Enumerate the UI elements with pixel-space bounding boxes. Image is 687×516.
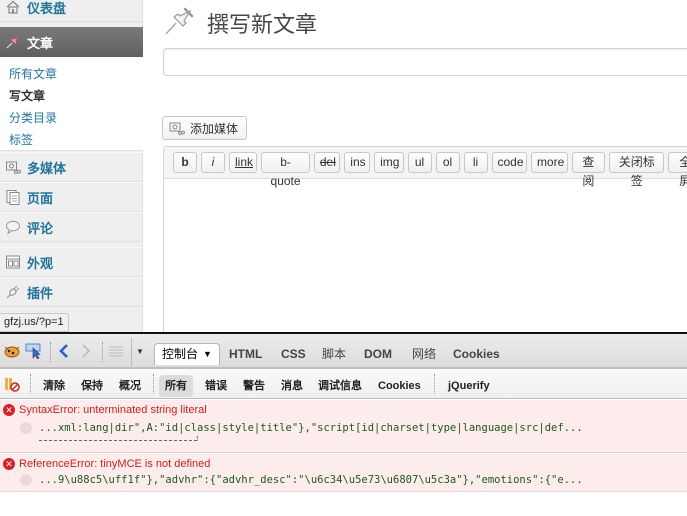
error-position-underline (39, 440, 197, 441)
qt-link-button[interactable]: link (229, 152, 258, 173)
qt-close-tags-button[interactable]: 关闭标签 (609, 152, 665, 188)
sidebar-item-pages[interactable]: 页面 (0, 182, 143, 212)
tab-console-label: 控制台 (162, 347, 199, 361)
sidebar-item-comments[interactable]: 评论 (0, 212, 143, 242)
qt-lookup-button[interactable]: 查阅 (571, 152, 606, 188)
qt-ul-button[interactable]: ul (407, 152, 432, 173)
error-icon: ✕ (3, 404, 15, 416)
home-icon (5, 0, 21, 15)
tab-console[interactable]: 控制台 ▼ (154, 343, 220, 365)
sidebar-item-appearance[interactable]: 外观 (0, 247, 143, 277)
editor-textarea[interactable] (164, 179, 687, 331)
submenu-new-post[interactable]: 写文章 (0, 85, 143, 107)
media-icon (169, 121, 185, 135)
persist-button[interactable]: 保持 (81, 375, 103, 397)
status-url-tooltip: gfzj.us/?p=1 (0, 313, 69, 332)
qt-del-button[interactable]: del (313, 152, 341, 173)
disable-console-icon[interactable] (4, 376, 20, 392)
qt-italic-button[interactable]: i (201, 152, 225, 173)
sidebar-item-posts[interactable]: 文章 (0, 27, 152, 57)
forward-icon[interactable] (80, 343, 92, 359)
tab-html[interactable]: HTML (229, 343, 262, 365)
submenu-categories[interactable]: 分类目录 (0, 107, 143, 129)
sidebar-item-plugins[interactable]: 插件 (0, 277, 143, 307)
console-error-row[interactable]: ✕ ReferenceError: tinyMCE is not defined… (0, 454, 687, 492)
back-icon[interactable] (58, 343, 70, 359)
filter-debug[interactable]: 调试信息 (318, 375, 362, 397)
media-icon (5, 159, 21, 175)
menu-dropdown-icon[interactable]: ▼ (136, 347, 144, 356)
page-title: 撰写新文章 (207, 11, 318, 37)
error-source: ...xml:lang|dir",A:"id|class|style|title… (39, 422, 583, 434)
add-media-label: 添加媒体 (190, 121, 239, 136)
chevron-down-icon: ▼ (203, 349, 212, 359)
inspect-element-icon[interactable] (25, 343, 43, 359)
sidebar-item-media[interactable]: 多媒体 (0, 152, 143, 182)
list-icon[interactable] (108, 345, 124, 357)
qt-blockquote-button[interactable]: b-quote (261, 152, 310, 188)
firebug-bug-icon[interactable] (2, 343, 22, 359)
sidebar-item-label: 插件 (27, 285, 54, 301)
sidebar-item-label: 评论 (27, 220, 54, 236)
clear-button[interactable]: 清除 (43, 375, 65, 397)
qt-bold-button[interactable]: b (173, 152, 197, 173)
sidebar-item-dashboard[interactable]: 仪表盘 (0, 0, 143, 22)
posts-submenu: 所有文章 写文章 分类目录 标签 (0, 57, 143, 151)
breakpoint-toggle[interactable] (20, 422, 32, 434)
tab-network[interactable]: 网络 (412, 343, 436, 365)
error-position-caret-icon: ↑ (195, 433, 200, 443)
qt-img-button[interactable]: img (374, 152, 404, 173)
appearance-icon (5, 254, 21, 270)
filter-cookies[interactable]: Cookies (378, 375, 421, 397)
qt-li-button[interactable]: li (463, 152, 488, 173)
admin-sidebar: 仪表盘 文章 所有文章 写文章 分类目录 标签 多媒体 页面 评论 外观 插件 … (0, 0, 152, 332)
add-media-button[interactable]: 添加媒体 (162, 116, 248, 140)
tab-jquerify[interactable]: jQuerify (448, 375, 490, 397)
post-title-input[interactable] (163, 48, 687, 76)
tab-dom[interactable]: DOM (364, 343, 392, 365)
screen: 仪表盘 文章 所有文章 写文章 分类目录 标签 多媒体 页面 评论 外观 插件 … (0, 0, 687, 516)
error-icon: ✕ (3, 458, 15, 470)
pushpin-icon (163, 3, 197, 42)
profile-button[interactable]: 概况 (119, 375, 141, 397)
filter-warnings[interactable]: 警告 (243, 375, 265, 397)
firebug-main-toolbar: ▼ 控制台 ▼ HTML CSS 脚本 DOM 网络 Cookies (0, 334, 687, 369)
submenu-tags[interactable]: 标签 (0, 129, 143, 151)
plugin-icon (5, 284, 21, 300)
filter-errors[interactable]: 错误 (205, 375, 227, 397)
sidebar-item-label: 文章 (27, 35, 54, 51)
breakpoint-toggle[interactable] (20, 474, 32, 486)
main-content: 撰写新文章 添加媒体 b i link b-quote del ins img … (143, 0, 687, 332)
qt-ol-button[interactable]: ol (435, 152, 460, 173)
error-message: SyntaxError: unterminated string literal (19, 404, 207, 416)
qt-more-button[interactable]: more (530, 152, 568, 173)
firebug-panel: ▼ 控制台 ▼ HTML CSS 脚本 DOM 网络 Cookies 清除 保持… (0, 332, 687, 516)
console-toolbar: 清除 保持 概况 所有 错误 警告 消息 调试信息 Cookies jQueri… (0, 369, 687, 399)
error-message: ReferenceError: tinyMCE is not defined (19, 458, 211, 470)
page-header: 撰写新文章 (163, 3, 317, 42)
pushpin-icon (5, 34, 21, 50)
qt-code-button[interactable]: code (491, 152, 527, 173)
sidebar-item-label: 仪表盘 (27, 0, 67, 16)
quicktags-toolbar: b i link b-quote del ins img ul ol li co… (164, 147, 687, 188)
comment-icon (5, 219, 21, 235)
sidebar-item-label: 外观 (27, 255, 54, 271)
submenu-all-posts[interactable]: 所有文章 (0, 63, 143, 85)
tab-script[interactable]: 脚本 (322, 343, 346, 365)
error-source: ...9\u88c5\uff1f"},"advhr":{"advhr_desc"… (39, 474, 583, 486)
tab-css[interactable]: CSS (281, 343, 306, 365)
sidebar-item-label: 页面 (27, 190, 54, 206)
qt-ins-button[interactable]: ins (344, 152, 371, 173)
sidebar-item-label: 多媒体 (27, 160, 67, 176)
tab-cookies[interactable]: Cookies (453, 343, 500, 365)
filter-all[interactable]: 所有 (159, 375, 193, 397)
filter-info[interactable]: 消息 (281, 375, 303, 397)
console-error-row[interactable]: ✕ SyntaxError: unterminated string liter… (0, 400, 687, 453)
post-editor: b i link b-quote del ins img ul ol li co… (163, 146, 687, 332)
qt-fullscreen-button[interactable]: 全屏 (668, 152, 687, 188)
pages-icon (5, 189, 21, 205)
